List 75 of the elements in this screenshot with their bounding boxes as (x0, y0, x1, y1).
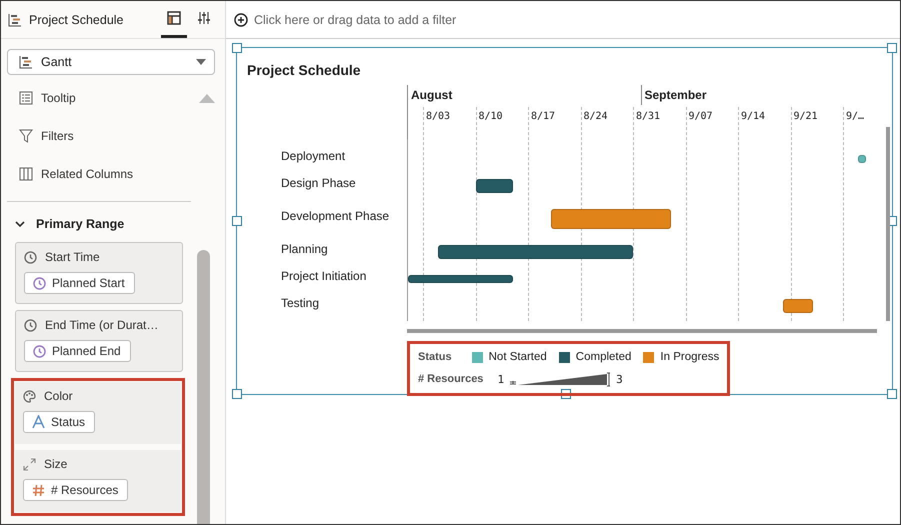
legend-label: Completed (576, 351, 632, 363)
data-field-chip[interactable]: # Resources (23, 479, 128, 501)
collapse-icon (199, 94, 215, 102)
resize-handle[interactable] (887, 43, 897, 53)
section-item[interactable]: Filters (41, 129, 225, 143)
drop-zone[interactable]: Size # Resources (15, 450, 181, 512)
date-tick: 9/… (845, 111, 864, 122)
add-icon (234, 12, 248, 26)
clock-icon (24, 250, 37, 264)
date-tick: 9/21 (792, 111, 818, 122)
task-label: Testing (281, 295, 320, 312)
layout-icon (167, 11, 181, 25)
section-item[interactable]: Tooltip (41, 91, 191, 105)
task-bar[interactable] (476, 179, 513, 193)
resize-handle[interactable] (232, 43, 242, 53)
palette-icon (23, 390, 36, 402)
resize-icon (23, 458, 36, 470)
scrollbar[interactable] (407, 329, 877, 333)
drop-zone-label: Size (44, 457, 68, 471)
task-label: Deployment (281, 148, 346, 165)
data-field-chip[interactable]: Status (23, 411, 96, 433)
data-field-chip[interactable]: Planned End (24, 340, 131, 362)
clock-icon (24, 318, 37, 332)
date-tick: 8/17 (530, 111, 556, 122)
letter-icon (32, 415, 45, 429)
dropdown-value: Gantt (41, 55, 73, 69)
task-label: Development Phase (281, 208, 390, 225)
size-min-label: 1 (497, 372, 504, 386)
drop-zone[interactable]: Color Status (15, 382, 181, 444)
drop-zone-label: Start Time (45, 250, 100, 264)
scrollbar[interactable] (886, 127, 890, 321)
drop-zone-label: Color (44, 389, 73, 403)
date-tick: 9/07 (688, 111, 713, 122)
drop-zone[interactable]: End Time (or Durat… Planned End (15, 310, 183, 372)
hash-icon (32, 484, 45, 496)
panel-title: Project Schedule (29, 12, 125, 26)
resize-handle[interactable] (232, 389, 242, 399)
filter-icon (19, 129, 33, 143)
legend-label: Not Started (488, 351, 547, 363)
month-label: September (640, 85, 870, 105)
date-tick: 9/14 (740, 111, 766, 122)
date-tick: 8/03 (425, 111, 450, 122)
resize-handle[interactable] (887, 389, 897, 399)
columns-icon (19, 167, 33, 181)
filter-bar[interactable]: Click here or drag data to add a filter (226, 1, 900, 39)
size-ramp-icon (510, 371, 610, 387)
task-label: Project Initiation (281, 268, 368, 285)
scrollbar[interactable] (197, 250, 210, 524)
drop-zone-label: End Time (or Durat… (45, 318, 158, 332)
group-title[interactable]: Primary Range (36, 217, 124, 231)
gantt-icon (8, 12, 22, 26)
size-max-label: 3 (616, 372, 623, 386)
chart-type-dropdown[interactable]: Gantt (7, 49, 215, 75)
gantt-icon (19, 55, 33, 69)
legend-title: # Resources (418, 373, 484, 385)
task-bar[interactable] (858, 155, 866, 163)
section-item[interactable]: Related Columns (41, 167, 225, 181)
resize-handle[interactable] (232, 216, 242, 226)
date-tick: 8/31 (635, 111, 660, 122)
task-label: Planning (281, 241, 329, 258)
clock-icon (33, 344, 46, 358)
chart-title: Project Schedule (247, 62, 362, 78)
task-label: Design Phase (281, 175, 357, 192)
legend-title: Status (418, 351, 452, 363)
data-field-chip[interactable]: Planned Start (24, 272, 135, 294)
date-tick: 8/10 (478, 111, 503, 122)
caret-icon (196, 59, 206, 65)
filter-placeholder: Click here or drag data to add a filter (254, 12, 456, 26)
legend-label: In Progress (660, 351, 720, 363)
date-tick: 8/24 (582, 111, 608, 122)
drop-zone[interactable]: Start Time Planned Start (15, 242, 183, 304)
list-icon (19, 91, 33, 105)
sliders-icon (197, 11, 211, 25)
month-label: August (410, 87, 454, 104)
clock-icon (33, 276, 46, 290)
